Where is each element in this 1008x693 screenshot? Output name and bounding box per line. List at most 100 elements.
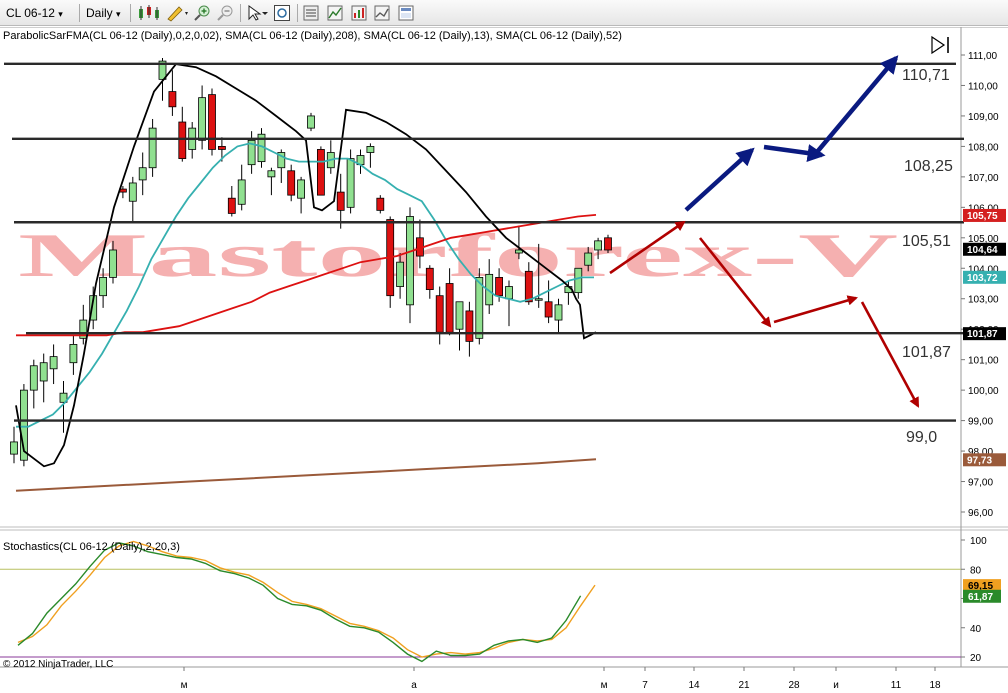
candle-bear — [316, 149, 325, 196]
stoch-tick-label: 40 — [970, 624, 982, 635]
time-tick-label: 11 — [891, 680, 902, 691]
price-marker-label: 105,75 — [967, 211, 998, 222]
candle-bear — [435, 295, 444, 333]
indicators-icon[interactable] — [326, 4, 344, 22]
properties-icon[interactable] — [302, 4, 320, 22]
candle-bear — [445, 283, 454, 333]
candle-bull — [406, 216, 414, 306]
candle-bull — [455, 301, 464, 330]
period-selector[interactable]: Daily ▾ — [86, 4, 121, 22]
price-tick-label: 96,00 — [968, 508, 993, 519]
stoch-marker-label: 61,87 — [968, 592, 993, 603]
candle-bull — [237, 179, 246, 205]
price-tick-label: 111,00 — [968, 51, 998, 62]
candle-bear — [336, 191, 345, 211]
price-tick-label: 109,00 — [968, 112, 999, 123]
candle-bull — [267, 170, 276, 178]
stochastics-panel: 1008060402069,1561,87 — [0, 536, 1001, 664]
price-tick-label: 103,00 — [968, 295, 999, 306]
time-tick-label: 7 — [642, 680, 648, 691]
stoch-tick-label: 20 — [970, 653, 982, 664]
price-tick-label: 108,00 — [968, 142, 999, 153]
chart-image-icon[interactable] — [373, 4, 391, 22]
candle-bear — [604, 237, 612, 251]
candle-bull — [554, 304, 563, 321]
instrument-label: CL 06-12 — [6, 6, 55, 20]
candle-bull — [148, 127, 157, 169]
candle-bull — [594, 240, 602, 251]
price-axis: 111,00110,00109,00108,00107,00106,00105,… — [961, 51, 1006, 519]
candle-bull — [574, 267, 583, 294]
price-tick-label: 110,00 — [968, 81, 998, 92]
toolbar-separator — [79, 4, 80, 22]
time-tick-label: 28 — [788, 680, 800, 691]
toolbar: CL 06-12 ▾ Daily ▾ — [0, 0, 1008, 26]
price-marker-label: 97,73 — [967, 455, 992, 466]
candle-bear — [287, 170, 296, 196]
candle-bull — [366, 146, 375, 153]
drawing-tool-icon[interactable] — [165, 4, 191, 22]
candle-bear — [168, 91, 177, 108]
candle-bull — [198, 97, 207, 141]
candle-bear — [227, 197, 236, 214]
candle-bull — [109, 249, 117, 278]
price-marker-label: 104,64 — [967, 245, 998, 256]
price-chart[interactable]: Mastorforex-V 110,71 108,25 105,51 101,87 99… — [0, 27, 1008, 693]
watermark: Mastorforex-V — [18, 222, 899, 290]
candle-bull — [29, 365, 38, 391]
candle-bull — [69, 344, 78, 364]
candle-bull — [49, 356, 58, 370]
main-indicator-label: ParabolicSarFMA(CL 06-12 (Daily),0,2,0,0… — [3, 30, 622, 42]
zoom-in-icon[interactable] — [193, 4, 211, 22]
data-box-icon[interactable] — [273, 4, 291, 22]
sma208-layer — [15, 458, 597, 492]
candle-bull — [307, 115, 315, 129]
candle-bear — [217, 146, 226, 150]
candle-bull — [396, 261, 405, 287]
zoom-out-icon[interactable] — [216, 4, 234, 22]
time-tick-label: м — [181, 680, 188, 691]
pointer-icon[interactable] — [246, 4, 270, 22]
stoch-tick-label: 100 — [970, 536, 987, 547]
candle-bear — [544, 301, 553, 318]
price-tick-label: 107,00 — [968, 173, 999, 184]
level-label: 110,71 — [902, 67, 950, 84]
instrument-selector[interactable]: CL 06-12 ▾ — [6, 4, 63, 22]
candle-bull — [39, 362, 48, 382]
level-label: 101,87 — [902, 344, 951, 361]
candle-bear — [208, 94, 216, 150]
price-tick-label: 100,00 — [968, 386, 999, 397]
scroll-to-end-button[interactable] — [926, 35, 956, 55]
chevron-down-icon: ▾ — [116, 9, 121, 19]
stoch-indicator-label: Stochastics(CL 06-12 (Daily),2,20,3) — [3, 541, 180, 553]
candle-bear — [524, 270, 533, 303]
candle-bear — [495, 277, 504, 297]
candle-bear — [425, 267, 434, 290]
candle-bear — [376, 197, 385, 211]
level-label: 99,0 — [906, 429, 937, 446]
stoch-tick-label: 80 — [970, 565, 982, 576]
template-icon[interactable] — [397, 4, 415, 22]
toolbar-separator — [130, 4, 131, 22]
price-tick-label: 99,00 — [968, 417, 993, 428]
blue-forecast-arrow — [684, 147, 755, 212]
price-marker-label: 103,72 — [967, 273, 998, 284]
stoch-d-line — [17, 540, 596, 658]
red-forecast-arrow — [773, 295, 858, 324]
copyright-notice: © 2012 NinjaTrader, LLC — [3, 659, 114, 670]
time-tick-label: а — [411, 680, 417, 691]
price-grid — [0, 27, 1008, 668]
candle-bear — [465, 310, 474, 342]
time-tick-label: 18 — [929, 680, 941, 691]
candle-bull — [475, 277, 484, 339]
time-tick-label: 21 — [738, 680, 750, 691]
period-label: Daily — [86, 6, 113, 20]
level-label: 105,51 — [902, 233, 951, 250]
strategies-icon[interactable] — [350, 4, 368, 22]
bar-style-icon[interactable] — [136, 4, 162, 22]
time-tick-label: 14 — [688, 680, 700, 691]
blue-forecast-arrow — [810, 55, 899, 160]
candle-bull — [584, 252, 593, 266]
candle-bull — [297, 179, 306, 199]
candle-bull — [534, 298, 543, 301]
